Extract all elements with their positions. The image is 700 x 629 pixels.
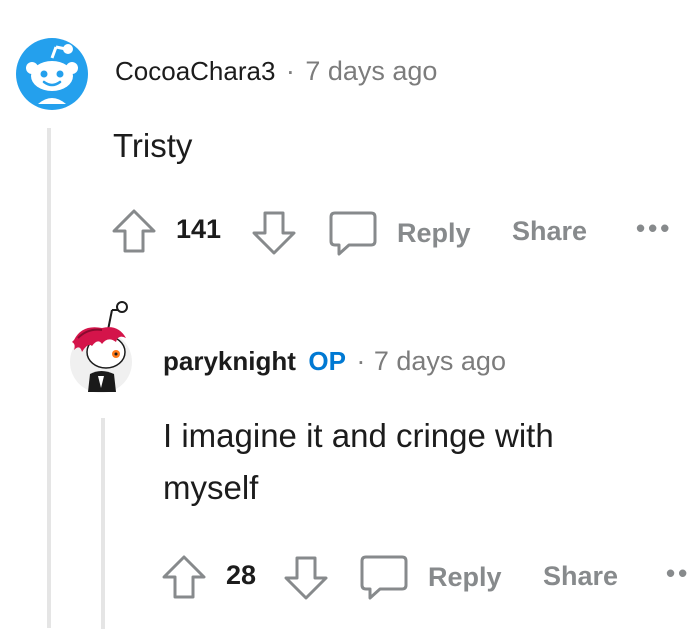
share-button[interactable]: Share [512,216,587,247]
upvote-arrow-icon [112,209,156,253]
comment-body: I imagine it and cringe with myself [163,410,554,514]
downvote-arrow-icon [252,211,296,255]
more-dots-icon: ••• [636,213,673,243]
comment-bubble-icon [360,555,408,600]
more-options-button[interactable]: •• [666,558,690,589]
comment-body-line: myself [163,469,259,506]
username[interactable]: paryknight [163,346,296,376]
meta-separator: · [285,56,295,86]
reply-label: Reply [397,217,471,248]
snoo-default-avatar-icon [16,38,88,110]
op-badge: OP [308,346,346,376]
downvote-arrow-icon [284,556,328,600]
comment-bubble-icon [329,211,377,256]
timestamp[interactable]: 7 days ago [374,346,506,376]
snoo-custom-avatar-icon [70,301,132,393]
downvote-button[interactable] [282,554,330,602]
username[interactable]: CocoaChara3 [115,56,275,86]
comment-header: CocoaChara3 · 7 days ago [115,56,437,87]
more-options-button[interactable]: ••• [636,213,672,244]
upvote-button[interactable] [110,207,158,255]
avatar[interactable] [68,298,134,398]
downvote-button[interactable] [250,209,298,257]
vote-count: 28 [226,560,257,590]
more-dots-icon: •• [666,558,691,588]
thread-line[interactable] [47,128,51,628]
comment-header: paryknight OP · 7 days ago [163,346,506,377]
comment-body-line: I imagine it and cringe with [163,417,554,454]
vote-count: 141 [176,214,222,244]
avatar[interactable] [16,38,88,110]
reply-button[interactable]: Reply [327,207,471,259]
meta-separator: · [356,346,366,376]
upvote-button[interactable] [160,553,208,601]
thread-line[interactable] [101,418,105,629]
reply-button[interactable]: Reply [358,551,502,603]
share-button[interactable]: Share [543,561,618,592]
upvote-arrow-icon [162,555,206,599]
comment-body: Tristy [113,127,193,164]
timestamp[interactable]: 7 days ago [305,56,437,86]
reply-label: Reply [428,561,502,592]
